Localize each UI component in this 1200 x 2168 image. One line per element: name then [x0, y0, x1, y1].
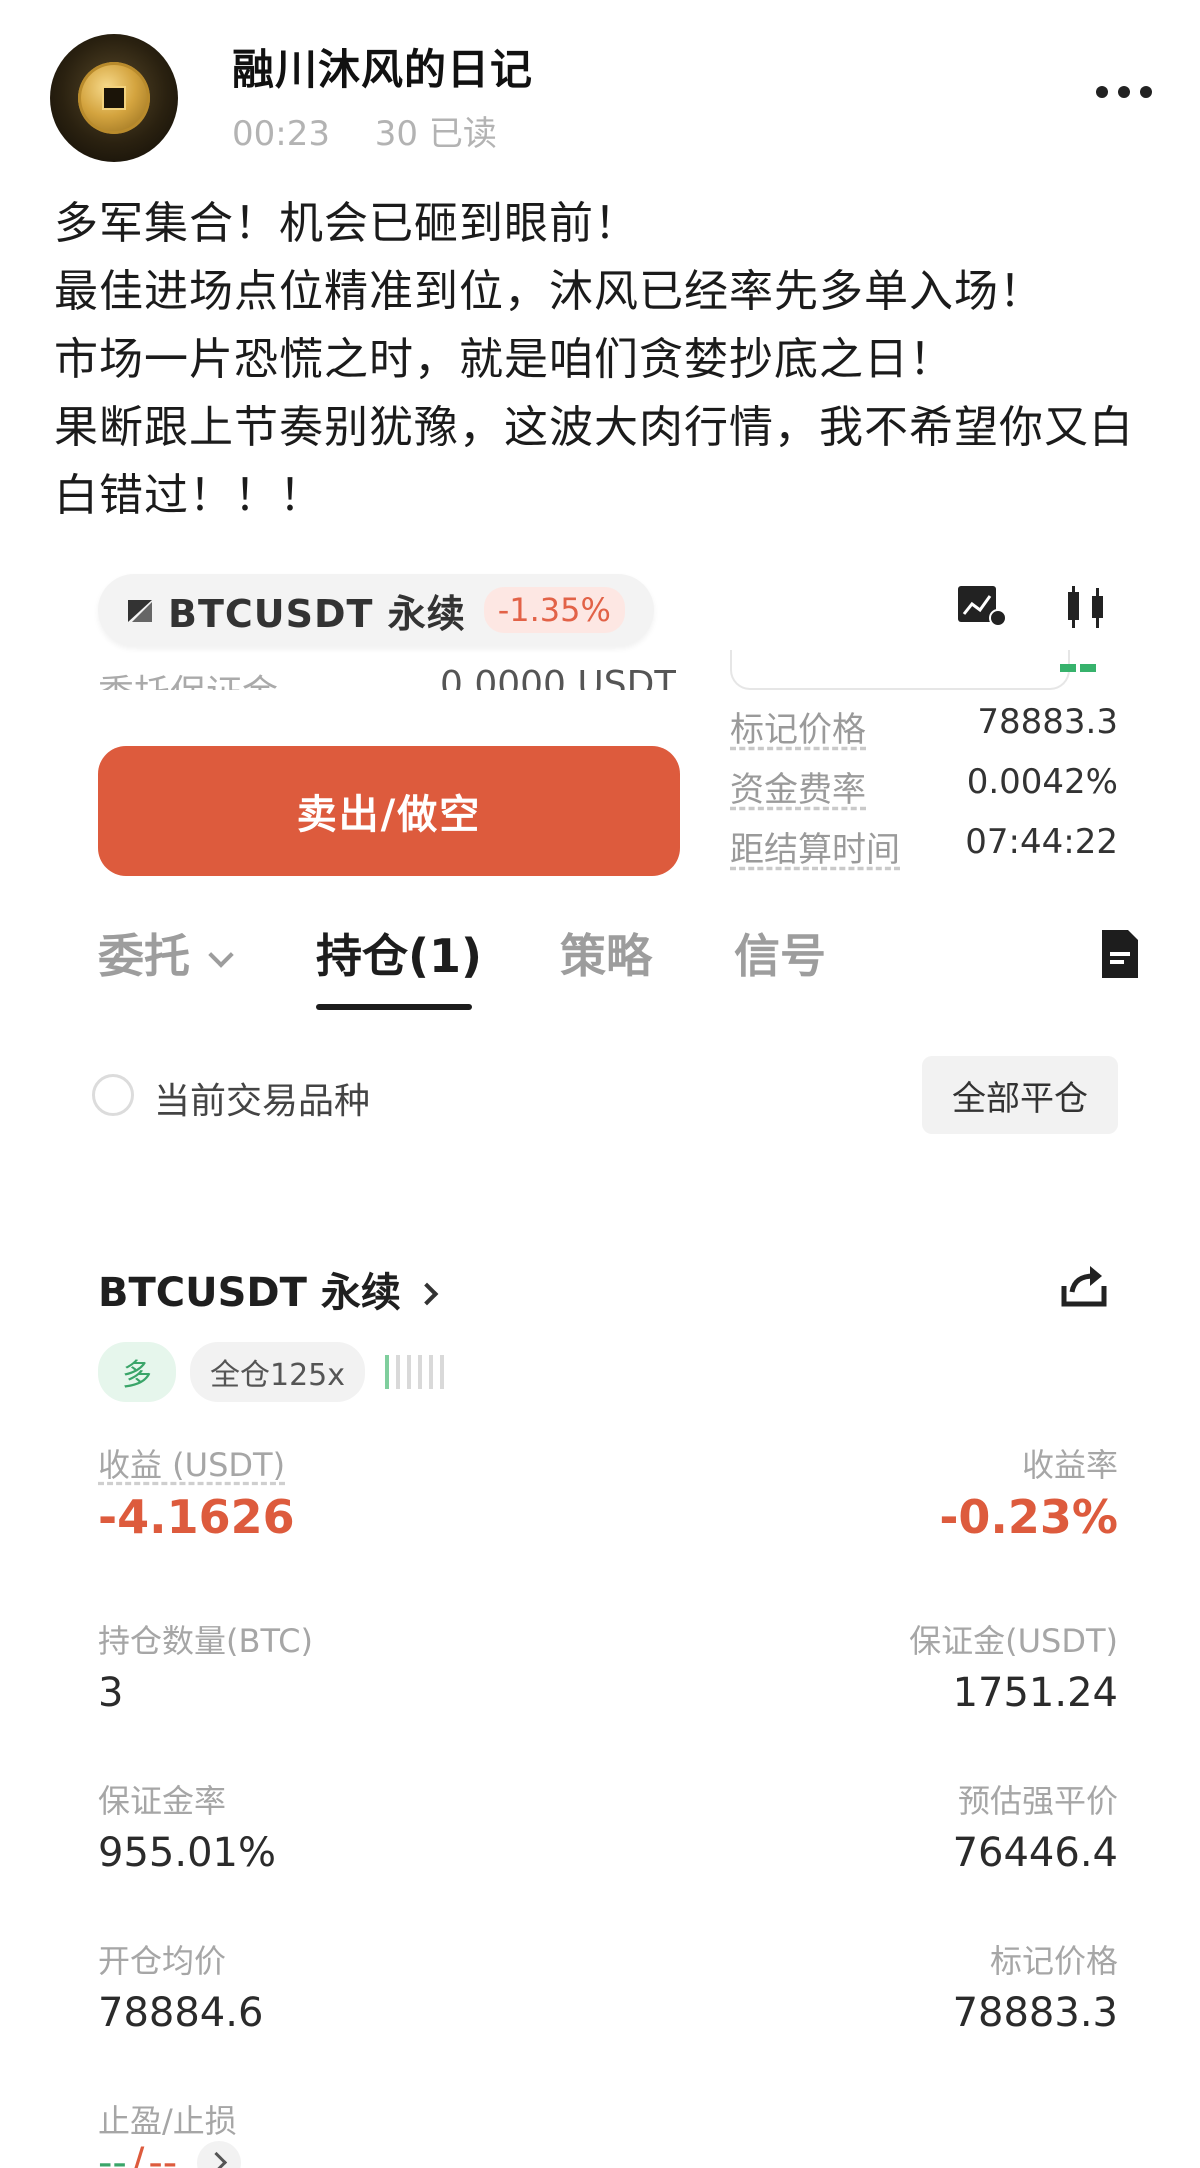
price-change-badge: -1.35% [483, 587, 625, 633]
tp-sl-label: 止盈/止损 [98, 2102, 237, 2140]
symbol-name: BTCUSDT 永续 [168, 591, 466, 636]
stat-value: 78883.3 [977, 702, 1118, 742]
symbol-selector[interactable]: BTCUSDT 永续 -1.35% [98, 574, 654, 646]
post-line: 多军集合！机会已砸到眼前！ [54, 198, 639, 249]
post-reads: 30 已读 [374, 114, 497, 154]
tab-strategy[interactable]: 策略 [560, 920, 652, 986]
roe-value: -0.23% [939, 1490, 1118, 1544]
margin-value: 1751.24 [952, 1670, 1118, 1716]
quantity-label: 持仓数量(BTC) [98, 1622, 313, 1660]
margin-ratio-value: 955.01% [98, 1830, 276, 1876]
sell-short-button[interactable]: 卖出/做空 [98, 746, 680, 876]
stat-value: 07:44:22 [965, 822, 1118, 862]
symbol-filter-row: 当前交易品种 全部平仓 [92, 1056, 1118, 1136]
post-body: 多军集合！机会已砸到眼前！ 最佳进场点位精准到位，沐风已经率先多单入场！ 市场一… [54, 190, 1164, 530]
tab-signals[interactable]: 信号 [734, 920, 826, 986]
close-all-button[interactable]: 全部平仓 [922, 1056, 1118, 1134]
current-symbol-radio[interactable] [92, 1074, 134, 1116]
margin-ratio-label: 保证金率 [98, 1782, 227, 1820]
order-input[interactable] [730, 650, 1070, 690]
margin-label: 保证金(USDT) [909, 1622, 1118, 1660]
mark-price-label: 标记价格 [989, 1942, 1118, 1980]
candlestick-icon[interactable] [1066, 582, 1106, 632]
side-badge: 多 [98, 1342, 176, 1402]
document-icon[interactable] [1098, 928, 1142, 980]
risk-bars-icon [385, 1355, 445, 1389]
author-name[interactable]: 融川沐风的日记 [232, 36, 533, 97]
entry-price-value: 78884.6 [98, 1990, 264, 2036]
post-meta: 00:23 30 已读 [232, 106, 497, 155]
entry-price-label: 开仓均价 [98, 1942, 227, 1980]
stat-value: 0.0042% [966, 762, 1118, 802]
current-symbol-label: 当前交易品种 [154, 1081, 371, 1122]
stat-label[interactable]: 距结算时间 [730, 822, 900, 871]
tp-sl-separator: / [130, 2140, 145, 2168]
position-tags: 多 全仓125x [98, 1342, 445, 1402]
share-icon[interactable] [1058, 1262, 1110, 1310]
roe-label: 收益率 [1021, 1446, 1118, 1484]
more-options-icon[interactable] [1096, 86, 1152, 98]
post-line: 市场一片恐慌之时，就是咱们贪婪抄底之日！ [54, 334, 954, 385]
coin-logo-icon [78, 62, 150, 134]
position-symbol-link[interactable]: BTCUSDT 永续 [98, 1260, 439, 1318]
stop-loss-value: -- [148, 2140, 178, 2168]
chart-icon[interactable] [956, 584, 1008, 628]
post-time: 00:23 [232, 114, 330, 154]
chevron-right-icon [415, 1282, 439, 1306]
liquidation-price-value: 76446.4 [952, 1830, 1118, 1876]
take-profit-value: -- [98, 2140, 127, 2168]
mark-price-value: 78883.3 [952, 1990, 1118, 2036]
active-tab-indicator [316, 1004, 472, 1010]
author-avatar[interactable] [50, 34, 178, 162]
order-margin-label: 委托保证金 [98, 664, 278, 690]
leverage-badge[interactable]: 全仓125x [190, 1342, 366, 1402]
stat-label[interactable]: 资金费率 [730, 762, 866, 811]
settlement-time-row: 距结算时间 07:44:22 [730, 822, 1118, 871]
tab-orders[interactable]: 委托 [98, 920, 234, 986]
pnl-label[interactable]: 收益 (USDT) [98, 1440, 285, 1486]
stat-label[interactable]: 标记价格 [730, 702, 866, 751]
mark-price-row: 标记价格 78883.3 [730, 702, 1118, 751]
swap-icon [128, 600, 152, 622]
tab-positions[interactable]: 持仓(1) [316, 920, 482, 986]
funding-rate-row: 资金费率 0.0042% [730, 762, 1118, 811]
trading-screenshot: BTCUSDT 永续 -1.35% 委托保证金 0.0000 USDT 卖出/做… [50, 560, 1150, 2168]
post-line: 白错过！！！ [54, 470, 324, 521]
tp-sl-row[interactable]: -- / -- [98, 2140, 242, 2168]
position-tabs: 委托 持仓(1) 策略 信号 [98, 920, 1138, 1010]
order-margin-value: 0.0000 USDT [440, 664, 677, 690]
liquidation-price-label: 预估强平价 [957, 1782, 1118, 1820]
post-line: 果断跟上节奏别犹豫，这波大肉行情，我不希望你又白 [54, 402, 1134, 453]
chevron-down-icon [208, 942, 234, 968]
pnl-value: -4.1626 [98, 1490, 295, 1544]
post-line: 最佳进场点位精准到位，沐风已经率先多单入场！ [54, 266, 1044, 317]
orderbook-depth-icon [1060, 664, 1118, 674]
quantity-value: 3 [98, 1670, 124, 1716]
chevron-right-icon[interactable] [197, 2141, 242, 2168]
